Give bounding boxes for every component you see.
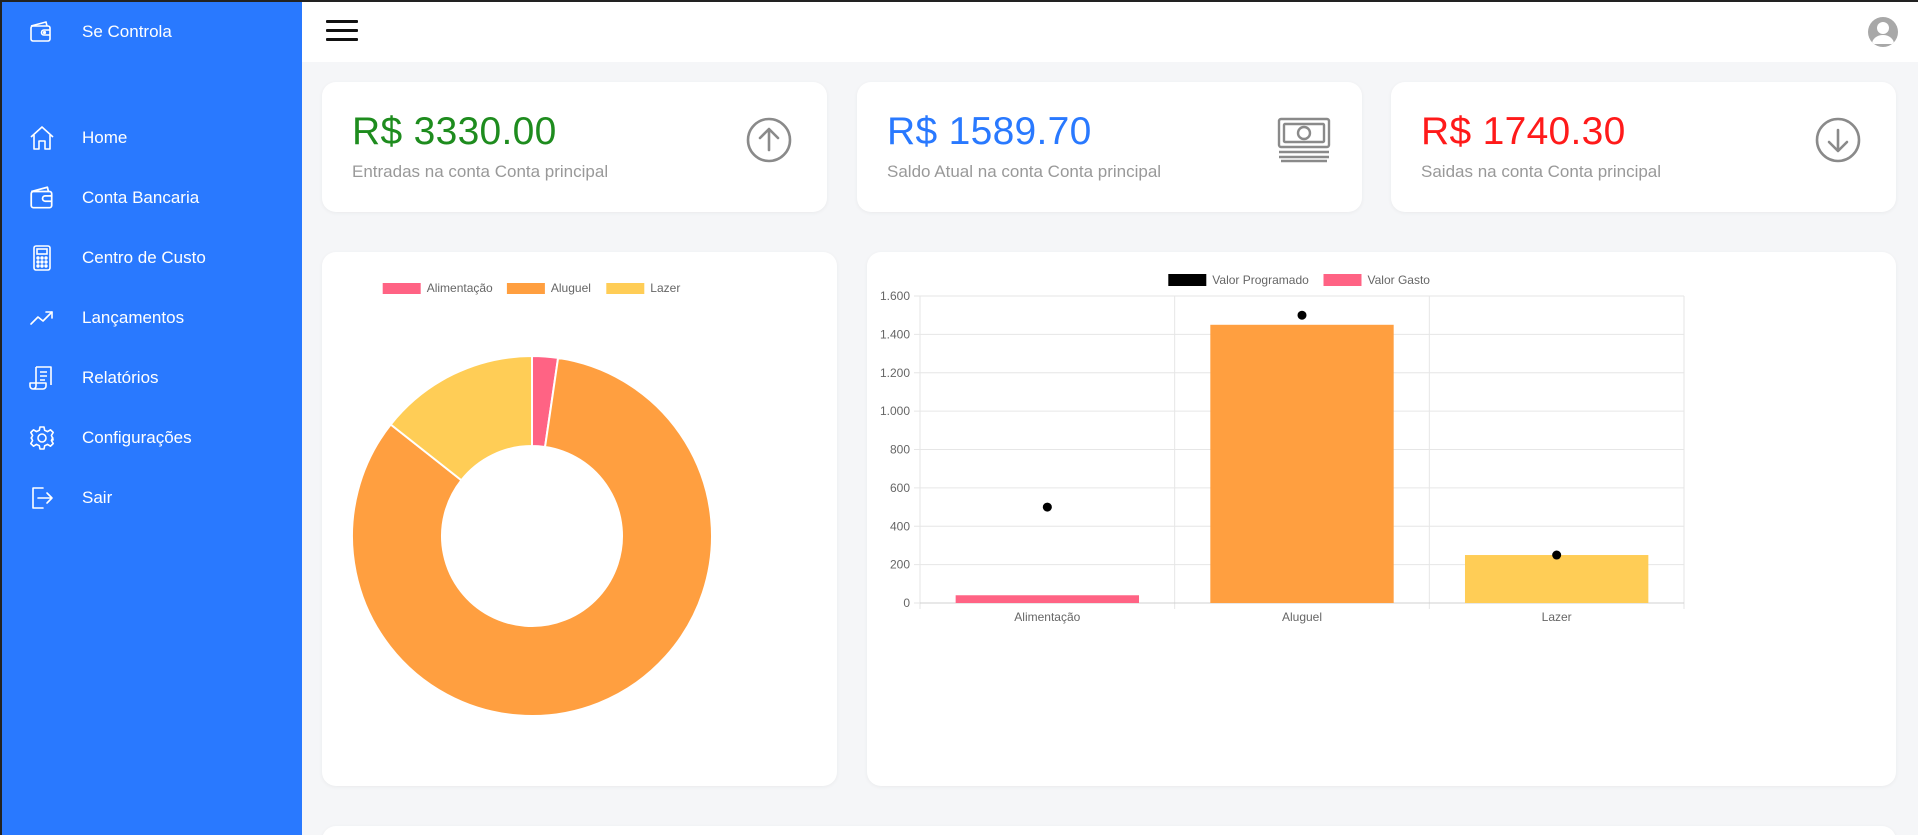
bottom-card: [322, 826, 1896, 835]
bar-chart[interactable]: Valor Programado Valor Gasto 0 200 400 600 800…: [867, 252, 1896, 786]
legend-item[interactable]: Valor Programado: [1168, 273, 1309, 287]
stat-amount: R$ 3330.00: [352, 110, 557, 153]
bar-lazer[interactable]: [1464, 555, 1649, 603]
point-lazer[interactable]: [1552, 550, 1562, 560]
legend-item[interactable]: Valor Gasto: [1323, 273, 1431, 287]
y-tick-label: 800: [890, 443, 910, 457]
arrow-up-circle-icon: [745, 116, 793, 164]
sidebar-item-label: Configurações: [82, 428, 192, 447]
stat-amount: R$ 1740.30: [1421, 110, 1626, 153]
sidebar-item-configuracoes[interactable]: Configurações: [0, 408, 302, 468]
stat-caption: Saidas na conta Conta principal: [1421, 162, 1662, 181]
doughnut-chart-card: Alimentação Aluguel Lazer: [322, 252, 837, 786]
sidebar-item-conta-bancaria[interactable]: Conta Bancaria: [0, 168, 302, 228]
legend-swatch: [382, 283, 421, 294]
sidebar-item-home[interactable]: Home: [0, 108, 302, 168]
topbar: [302, 2, 1918, 62]
y-tick-label: 400: [890, 519, 910, 533]
bar-aluguel[interactable]: [1210, 324, 1394, 603]
logout-icon: [28, 484, 56, 512]
gear-icon: [28, 424, 56, 452]
user-avatar-icon[interactable]: [1868, 17, 1898, 47]
sidebar-item-relatorios[interactable]: Relatórios: [0, 348, 302, 408]
sidebar-item-label: Relatórios: [82, 368, 159, 387]
home-icon: [28, 124, 56, 152]
y-tick-label: 200: [890, 558, 910, 572]
sidebar-item-label: Home: [82, 128, 128, 147]
hamburger-icon[interactable]: [326, 20, 358, 46]
money-bill-icon: [1276, 116, 1332, 164]
legend-item[interactable]: Lazer: [606, 281, 680, 295]
wallet-icon: [28, 19, 54, 45]
y-tick-label: 1.000: [880, 404, 910, 418]
sidebar-item-label: Centro de Custo: [82, 248, 206, 267]
sidebar-item-label: Sair: [82, 488, 113, 507]
calculator-icon: [28, 244, 56, 272]
legend-label: Valor Programado: [1212, 273, 1309, 287]
bar-alimentação[interactable]: [955, 595, 1140, 603]
brand[interactable]: Se Controla: [28, 14, 172, 50]
legend-item[interactable]: Alimentação: [382, 281, 493, 295]
stat-caption: Entradas na conta Conta principal: [352, 162, 609, 181]
stat-caption: Saldo Atual na conta Conta principal: [887, 162, 1162, 181]
sidebar-nav: Home Conta Bancaria Centro de Custo Lanç…: [0, 108, 302, 528]
sidebar-item-label: Conta Bancaria: [82, 188, 200, 207]
bar-chart-card: Valor Programado Valor Gasto 0 200 400 600 800…: [867, 252, 1896, 786]
sidebar-item-lancamentos[interactable]: Lançamentos: [0, 288, 302, 348]
y-tick-label: 1.600: [880, 289, 910, 303]
legend-label: Valor Gasto: [1368, 273, 1431, 287]
stat-card-saidas: R$ 1740.30 Saidas na conta Conta princip…: [1391, 82, 1896, 212]
stat-card-entradas: R$ 3330.00 Entradas na conta Conta princ…: [322, 82, 827, 212]
sidebar-item-label: Lançamentos: [82, 308, 185, 327]
x-tick-label: Aluguel: [1282, 610, 1322, 624]
legend-label: Aluguel: [551, 281, 591, 295]
brand-name: Se Controla: [82, 22, 172, 41]
point-alimentação[interactable]: [1042, 502, 1052, 512]
stat-amount: R$ 1589.70: [887, 110, 1092, 153]
y-tick-label: 600: [890, 481, 910, 495]
y-tick-label: 1.400: [880, 327, 910, 341]
trending-up-icon: [28, 304, 56, 332]
legend-label: Alimentação: [427, 281, 493, 295]
doughnut-chart[interactable]: Alimentação Aluguel Lazer: [322, 252, 837, 786]
receipt-icon: [28, 364, 56, 392]
point-aluguel[interactable]: [1297, 310, 1307, 320]
wallet-icon: [28, 184, 56, 212]
legend-item[interactable]: Aluguel: [506, 281, 591, 295]
sidebar-item-sair[interactable]: Sair: [0, 468, 302, 528]
legend-label: Lazer: [650, 281, 680, 295]
sidebar-item-centro-de-custo[interactable]: Centro de Custo: [0, 228, 302, 288]
stat-card-saldo: R$ 1589.70 Saldo Atual na conta Conta pr…: [857, 82, 1362, 212]
x-tick-label: Alimentação: [1014, 610, 1080, 624]
sidebar: Se Controla Home Conta Bancaria Centro d…: [0, 0, 302, 835]
y-tick-label: 0: [903, 596, 910, 610]
legend-swatch: [1168, 274, 1207, 286]
legend-swatch: [1323, 274, 1362, 286]
x-tick-label: Lazer: [1542, 610, 1572, 624]
legend-swatch: [506, 283, 545, 294]
legend-swatch: [606, 283, 645, 294]
arrow-down-circle-icon: [1814, 116, 1862, 164]
y-tick-label: 1.200: [880, 366, 910, 380]
